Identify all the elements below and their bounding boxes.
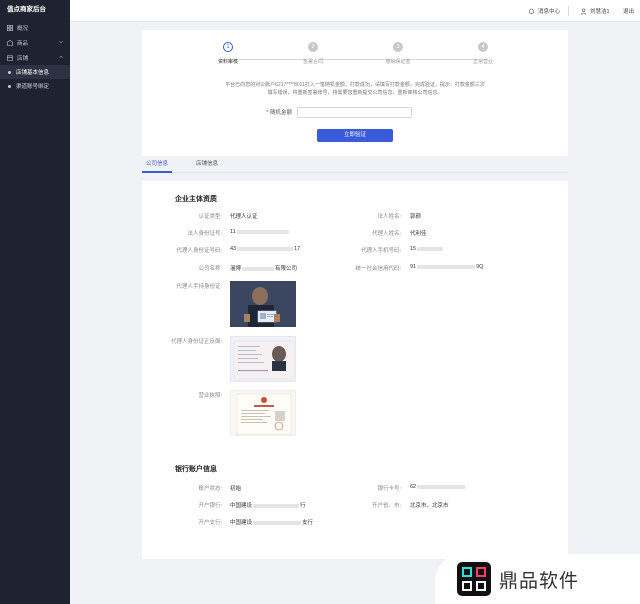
auth-type-value: 代理人认证 — [230, 214, 258, 220]
box-icon — [7, 39, 13, 46]
card-no-value: 62 — [410, 484, 466, 490]
agent-name-label: 代理人姓名: — [371, 231, 401, 237]
user-name: 刘慧洁1 — [590, 9, 610, 15]
business-license-image — [230, 390, 296, 436]
company-section-title: 企业主体资质 — [175, 196, 217, 203]
company-info-card: 企业主体资质 认证类型: 代理人认证 法人姓名: 郭颜 法人身份证号: 11 代… — [142, 181, 568, 559]
verification-card: 1 资料审核 2 签署合同 3 缴纳保证金 4 正常营业 平台已向您的对公账户6… — [142, 30, 568, 156]
agent-id-value: 43 17 — [230, 246, 301, 252]
agent-holding-id-photo — [230, 281, 296, 327]
amount-label: * 随机金额 — [266, 110, 292, 116]
step-2-indicator: 2 — [308, 42, 318, 52]
bullet-icon — [8, 84, 11, 88]
legal-name-label: 法人姓名: — [377, 214, 401, 220]
verify-button[interactable]: 立即验证 — [317, 129, 393, 142]
license-label: 营业执照: — [198, 393, 222, 399]
step-4-label: 正常营业 — [472, 59, 493, 65]
progress-steps: 1 资料审核 2 签署合同 3 缴纳保证金 4 正常营业 — [142, 42, 568, 72]
region-value: 北京市、北京市 — [410, 503, 449, 509]
step-3-indicator: 3 — [393, 42, 403, 52]
account-status-value: 初始 — [230, 486, 242, 492]
region-label: 开户省、市: — [371, 503, 401, 509]
message-center-link[interactable]: 消息中心 — [528, 0, 560, 22]
step-1-label: 资料审核 — [217, 59, 238, 65]
legal-id-value: 11 — [230, 229, 290, 235]
legal-id-label: 法人身份证号: — [187, 231, 222, 237]
bell-icon — [528, 8, 535, 14]
logout-link[interactable]: 退出 — [623, 0, 634, 22]
sidebar-subitem-channel-binding[interactable]: 渠道账号绑定 — [0, 79, 70, 93]
amount-row: * 随机金额 — [252, 106, 412, 118]
step-1-indicator: 1 — [223, 42, 233, 52]
sidebar-item-products[interactable]: 商品 — [0, 35, 70, 50]
bank-section-title: 银行账户信息 — [175, 466, 217, 473]
bank-name-value: 中国建设行 — [230, 503, 306, 509]
legal-name-value: 郭颜 — [410, 214, 422, 220]
agent-phone-value: 15 — [410, 246, 444, 252]
logout-label: 退出 — [623, 9, 635, 15]
tab-company-info[interactable]: 公司信息 — [142, 157, 173, 173]
chevron-up-icon — [59, 55, 63, 59]
sidebar-subitem-label: 渠道账号绑定 — [16, 84, 50, 90]
bullet-icon — [8, 70, 11, 74]
sidebar-item-label: 店铺 — [17, 55, 29, 62]
chevron-down-icon — [59, 40, 63, 44]
agent-name-value: 代利佳 — [410, 231, 427, 237]
step-4-indicator: 4 — [478, 42, 488, 52]
company-name-label: 公司名称: — [198, 266, 222, 272]
sidebar-subitem-store-info[interactable]: 店铺基本信息 — [0, 65, 70, 79]
agent-photo-label: 代理人手持身份证: — [176, 284, 222, 290]
divider — [568, 6, 569, 16]
agent-id-card-image — [230, 336, 296, 382]
branch-label: 开户支行: — [198, 520, 222, 526]
auth-type-label: 认证类型: — [198, 214, 222, 220]
watermark: 鼎品软件 — [435, 554, 640, 604]
tab-store-info[interactable]: 店铺信息 — [192, 157, 222, 173]
info-tabs: 公司信息 店铺信息 — [142, 157, 568, 173]
brand-title: 值点商家后台 — [7, 6, 46, 13]
agent-card-label: 代理人身份证正反面: — [170, 339, 222, 345]
sidebar-item-label: 商品 — [17, 40, 29, 47]
brand-logo-icon — [457, 562, 491, 596]
account-status-label: 账户状态: — [198, 486, 222, 492]
grid-icon — [7, 24, 13, 31]
top-bar: 消息中心 刘慧洁1 退出 — [70, 0, 640, 22]
notice-line: 填写错误，将重新签署账号，持需要您重新提交公司信息，重新审核公司信息。 — [267, 90, 443, 96]
sidebar-item-store[interactable]: 店铺 — [0, 50, 70, 65]
agent-id-label: 代理人身份证号码: — [176, 248, 222, 254]
watermark-text: 鼎品软件 — [499, 569, 580, 592]
credit-code-value: 91 9Q — [410, 264, 484, 270]
bank-name-label: 开户银行: — [198, 503, 222, 509]
company-name-value: 淄博 有限公司 — [230, 266, 298, 272]
branch-value: 中国建设 支行 — [230, 520, 314, 526]
sidebar-subitem-label: 店铺基本信息 — [16, 70, 50, 76]
credit-code-label: 统一社会信用代码: — [355, 266, 401, 272]
sidebar-item-overview[interactable]: 概况 — [0, 20, 70, 35]
card-no-label: 银行卡号: — [377, 486, 401, 492]
step-2-label: 签署合同 — [302, 59, 323, 65]
step-3-label: 缴纳保证金 — [385, 59, 411, 65]
user-icon — [580, 8, 587, 15]
verification-notice: 平台已向您的对公账户6217****8011打入一笔随机金额，打款成功，请填写打… — [197, 81, 513, 97]
amount-input[interactable] — [297, 106, 412, 118]
message-center-label: 消息中心 — [538, 9, 561, 15]
store-icon — [7, 55, 13, 61]
notice-line: 平台已向您的对公账户6217****8011打入一笔随机金额，打款成功，请填写打… — [225, 82, 485, 88]
user-menu[interactable]: 刘慧洁1 — [580, 0, 610, 22]
sidebar-item-label: 概况 — [17, 25, 29, 32]
agent-phone-label: 代理人手机号码: — [360, 248, 401, 254]
sidebar: 值点商家后台 概况 商品 店铺 店铺基本信息 渠道账号绑定 — [0, 0, 70, 604]
